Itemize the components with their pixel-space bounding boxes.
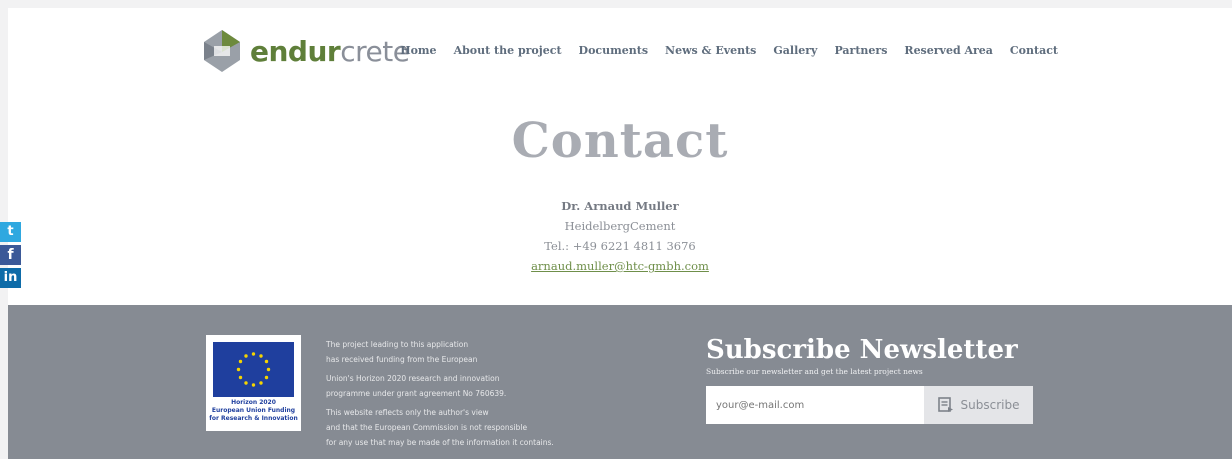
nav-gallery[interactable]: Gallery [773, 44, 817, 57]
funding-text: The project leading to this application h… [326, 340, 554, 447]
subscribe-button[interactable]: Subscribe [924, 386, 1033, 424]
contact-block: Dr. Arnaud Muller HeidelbergCement Tel.:… [8, 196, 1232, 276]
nav-partners[interactable]: Partners [834, 44, 887, 57]
logo-text: endurcrete [250, 34, 410, 68]
nav-news[interactable]: News & Events [665, 44, 756, 57]
eu-caption: Horizon 2020 European Union Funding for … [209, 399, 298, 422]
site-logo[interactable]: endurcrete [200, 26, 410, 76]
footer: Horizon 2020 European Union Funding for … [8, 305, 1232, 459]
eu-flag-icon [213, 342, 294, 397]
nav-contact[interactable]: Contact [1010, 44, 1058, 57]
nav-reserved[interactable]: Reserved Area [904, 44, 993, 57]
contact-email-link[interactable]: arnaud.muller@htc-gmbh.com [531, 259, 709, 273]
newsletter-email-input[interactable] [706, 386, 924, 424]
nav-home[interactable]: Home [400, 44, 436, 57]
facebook-icon[interactable]: f [0, 245, 21, 265]
newsletter-subtitle: Subscribe our newsletter and get the lat… [706, 367, 923, 376]
contact-name: Dr. Arnaud Muller [561, 199, 679, 213]
eu-logo: Horizon 2020 European Union Funding for … [206, 335, 301, 431]
subscribe-icon [937, 397, 953, 412]
social-bar: t f in [0, 222, 21, 288]
twitter-icon[interactable]: t [0, 222, 21, 242]
newsletter-title: Subscribe Newsletter [706, 335, 1018, 365]
page-title: Contact [511, 113, 729, 169]
nav-documents[interactable]: Documents [579, 44, 648, 57]
contact-company: HeidelbergCement [564, 219, 676, 233]
linkedin-icon[interactable]: in [0, 268, 21, 288]
nav-about[interactable]: About the project [454, 44, 562, 57]
main-nav: Home About the project Documents News & … [400, 44, 1058, 57]
subscribe-label: Subscribe [960, 398, 1020, 412]
page: endurcrete Home About the project Docume… [8, 8, 1232, 459]
logo-mark-icon [204, 30, 240, 72]
contact-phone: Tel.: +49 6221 4811 3676 [544, 239, 696, 253]
